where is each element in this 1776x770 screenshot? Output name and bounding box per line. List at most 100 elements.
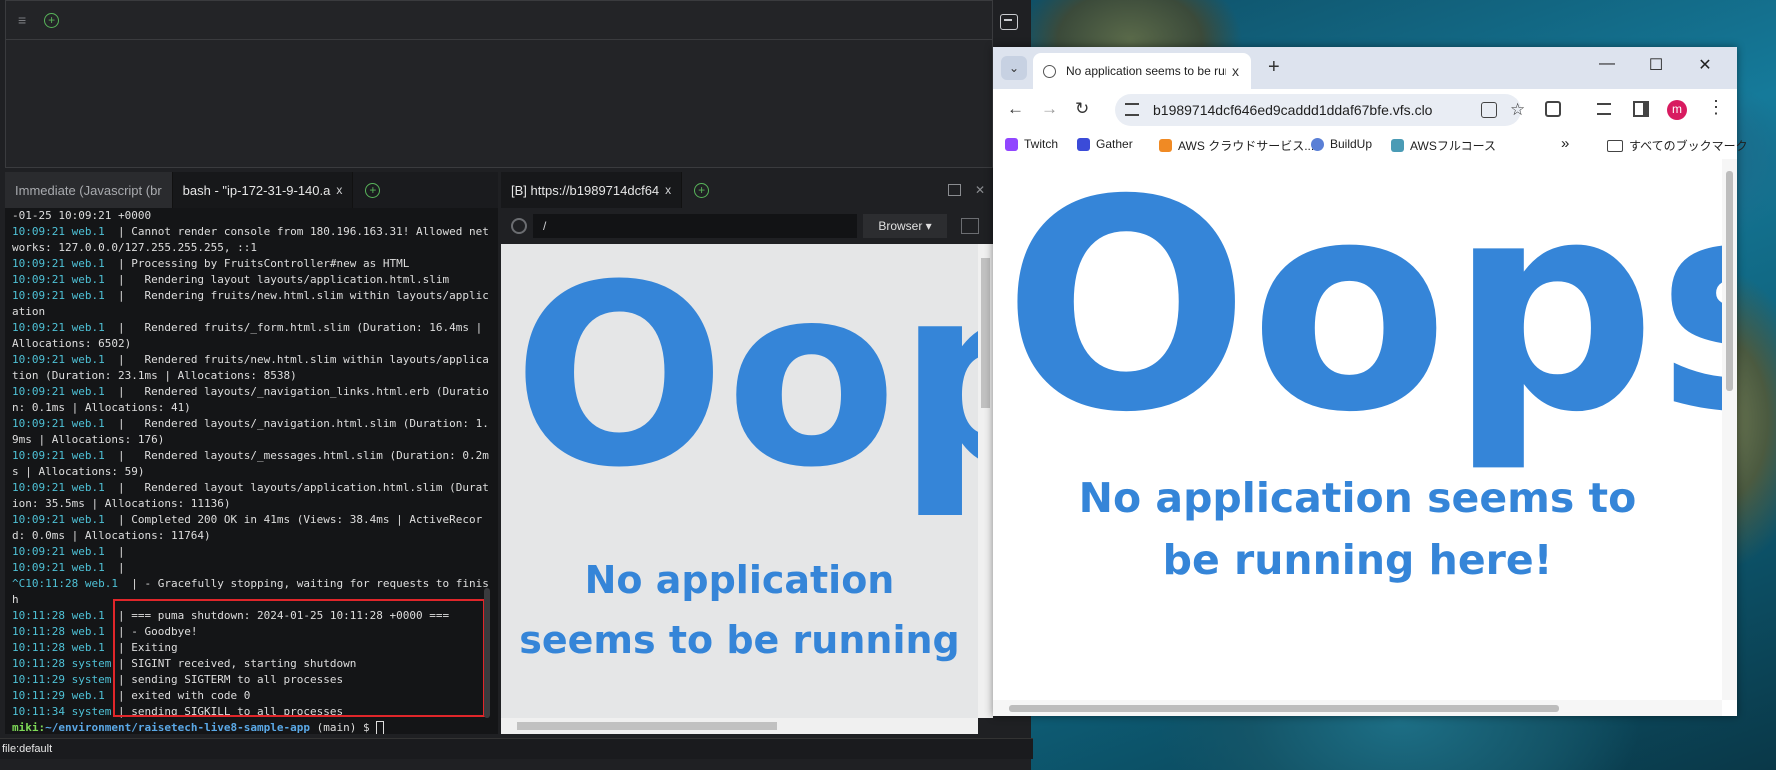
tab-search-button[interactable]: ⌄ <box>1001 56 1027 80</box>
reload-icon[interactable]: ↻ <box>1075 99 1089 119</box>
terminal-prompt[interactable]: miki:~/environment/raisetech-live8-sampl… <box>12 720 490 734</box>
open-in-new-window-icon[interactable] <box>961 218 979 234</box>
chrome-tab-active[interactable]: No application seems to be running x <box>1033 53 1251 89</box>
close-icon[interactable]: x <box>336 183 342 197</box>
close-pane-icon[interactable]: ✕ <box>975 183 985 197</box>
terminal-timestamp: 10:09:21 web.1 <box>12 289 112 302</box>
browser-dropdown-button[interactable]: Browser ▾ <box>863 214 947 238</box>
bookmark-star-icon[interactable]: ☆ <box>1510 94 1525 126</box>
terminal-line: 10:11:28 web.1 | - Goodbye! <box>12 624 490 640</box>
chrome-page-content: Oops No application seems to be running … <box>993 159 1722 700</box>
preview-urlbar: / Browser ▾ <box>501 208 993 244</box>
terminal-text: | Processing by FruitsController#new as … <box>111 257 410 270</box>
profile-avatar[interactable]: m <box>1667 100 1687 120</box>
more-bookmarks-button[interactable]: » <box>1561 135 1569 152</box>
terminal-line: 10:09:21 web.1 | Rendered layout layouts… <box>12 480 490 512</box>
chrome-vertical-scrollbar[interactable] <box>1722 159 1737 700</box>
prompt-path: ~/environment/raisetech-live8-sample-app <box>45 721 311 734</box>
terminal-text: | <box>111 561 125 574</box>
close-window-button[interactable]: ✕ <box>1685 55 1725 75</box>
bookmark-aws[interactable]: AWS クラウドサービス... <box>1159 137 1314 154</box>
terminal-text: | === puma shutdown: 2024-01-25 10:11:28… <box>111 609 450 622</box>
menu-dots-icon[interactable]: ⋮ <box>1707 97 1725 118</box>
terminal-timestamp: 10:09:21 web.1 <box>12 225 112 238</box>
terminal-line: 10:09:21 web.1 | Cannot render console f… <box>12 224 490 256</box>
buildup-icon <box>1311 137 1324 151</box>
close-tab-icon[interactable]: x <box>1232 63 1239 79</box>
terminal-output: -01-25 10:09:21 +0000 10:09:21 web.1 | Ca… <box>12 208 490 734</box>
error-message: No application seems to be running here! <box>1078 474 1637 584</box>
terminal-text: | exited with code 0 <box>111 689 251 702</box>
popout-window-icon[interactable] <box>947 184 961 196</box>
terminal-timestamp: 10:09:21 web.1 <box>12 417 112 430</box>
close-icon[interactable]: x <box>665 183 671 197</box>
terminal-line: 10:11:28 web.1 | === puma shutdown: 2024… <box>12 608 490 624</box>
plus-icon[interactable]: + <box>365 182 381 198</box>
tab-bash[interactable]: bash - "ip-172-31-9-140.a x <box>172 172 354 208</box>
terminal-timestamp: 10:11:29 web.1 <box>12 689 112 702</box>
aws-course-icon <box>1391 139 1404 152</box>
tab-label: [B] https://b1989714dcf64 <box>511 182 660 198</box>
terminal-scrollbar[interactable] <box>484 588 490 718</box>
new-tab-plus-icon[interactable]: + <box>44 12 60 28</box>
preview-page: Oops No application seems to be running <box>501 244 978 718</box>
terminal-new-tab[interactable]: + <box>353 172 381 208</box>
terminal-text: | Rendering layout layouts/application.h… <box>111 273 450 286</box>
terminal-timestamp: 10:09:21 web.1 <box>12 481 112 494</box>
maximize-button[interactable]: ☐ <box>1636 55 1676 75</box>
terminal-text: | SIGINT received, starting shutdown <box>111 657 357 670</box>
status-bar: file:default <box>0 738 1033 759</box>
side-panel-icon[interactable] <box>1633 101 1649 117</box>
media-icon[interactable] <box>1597 103 1611 115</box>
terminal-line: 10:11:34 system | sending SIGKILL to all… <box>12 704 490 720</box>
tab-immediate[interactable]: Immediate (Javascript (br <box>5 172 173 208</box>
menu-icon[interactable]: ≡ <box>18 12 26 28</box>
oops-heading: Oops <box>1003 159 1722 476</box>
collaborate-icon[interactable] <box>1000 14 1018 30</box>
preview-new-tab[interactable]: + <box>682 172 710 208</box>
terminal-text: | <box>111 545 125 558</box>
bookmark-buildup[interactable]: BuildUp <box>1311 137 1372 151</box>
tab-label: Immediate (Javascript (br <box>15 182 162 198</box>
terminal-line: 10:09:21 web.1 | Rendered layouts/_navig… <box>12 416 490 448</box>
extensions-icon[interactable] <box>1545 101 1561 117</box>
terminal-line: 10:11:29 system | sending SIGTERM to all… <box>12 672 490 688</box>
folder-icon <box>1607 139 1623 152</box>
back-icon[interactable]: ← <box>1007 99 1024 119</box>
site-info-icon[interactable] <box>1125 103 1139 116</box>
terminal-line: 10:09:21 web.1 | Processing by FruitsCon… <box>12 256 490 272</box>
terminal-line: 10:09:21 web.1 | Rendered fruits/new.htm… <box>12 352 490 384</box>
preview-url-input[interactable]: / <box>533 214 857 238</box>
chrome-horizontal-scrollbar[interactable] <box>993 700 1722 716</box>
tab-preview[interactable]: [B] https://b1989714dcf64 x <box>501 172 683 208</box>
terminal-timestamp: 10:09:21 web.1 <box>12 449 112 462</box>
bookmark-aws-course[interactable]: AWSフルコース <box>1391 137 1496 154</box>
minimize-button[interactable]: — <box>1587 55 1627 73</box>
terminal-line: 10:09:21 web.1 | Rendering fruits/new.ht… <box>12 288 490 320</box>
address-bar[interactable]: b1989714dcf646ed9caddd1ddaf67bfe.vfs.clo… <box>1115 94 1525 126</box>
aws-icon <box>1159 139 1172 152</box>
translate-icon[interactable] <box>1481 102 1497 118</box>
terminal-line: 10:11:29 web.1 | exited with code 0 <box>12 688 490 704</box>
terminal-line: -01-25 10:09:21 +0000 <box>12 208 490 224</box>
all-bookmarks-folder[interactable]: すべてのブックマーク <box>1607 137 1748 154</box>
terminal-line: ^C10:11:28 web.1 | - Gracefully stopping… <box>12 576 490 608</box>
reload-icon[interactable] <box>511 218 527 234</box>
editor-toolbar: ≡ + <box>6 1 992 40</box>
terminal-text: -01-25 10:09:21 +0000 <box>12 209 152 222</box>
preview-horizontal-scrollbar[interactable] <box>501 718 978 734</box>
bookmarks-bar: Twitch Gather AWS クラウドサービス... BuildUp AW… <box>993 131 1748 160</box>
terminal-timestamp: 10:11:28 web.1 <box>12 641 112 654</box>
plus-icon[interactable]: + <box>694 182 710 198</box>
terminal-pane[interactable]: -01-25 10:09:21 +0000 10:09:21 web.1 | Ca… <box>5 208 498 734</box>
bookmark-gather[interactable]: Gather <box>1077 137 1133 151</box>
terminal-timestamp: 10:09:21 web.1 <box>12 561 112 574</box>
terminal-line: 10:09:21 web.1 | Rendered layouts/_messa… <box>12 448 490 480</box>
error-message-line-2: seems to be running <box>519 618 960 662</box>
terminal-timestamp: 10:09:21 web.1 <box>12 385 112 398</box>
bookmark-twitch[interactable]: Twitch <box>1005 137 1058 151</box>
terminal-text: | - Goodbye! <box>111 625 198 638</box>
new-tab-button[interactable]: + <box>1268 56 1280 78</box>
preview-vertical-scrollbar[interactable] <box>978 244 993 718</box>
forward-icon[interactable]: → <box>1041 99 1058 119</box>
